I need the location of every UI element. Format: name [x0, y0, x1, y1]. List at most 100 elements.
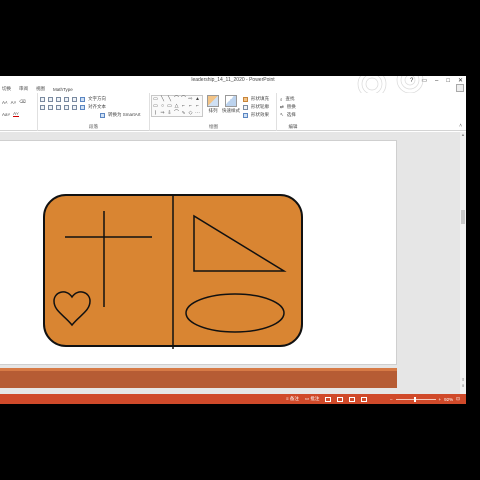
align-center-icon[interactable]: [48, 104, 53, 110]
fit-slide-icon[interactable]: ⊡: [456, 396, 460, 402]
gallery-shape-18[interactable]: ∿: [180, 110, 187, 117]
arrange-icon: [207, 95, 219, 107]
gallery-shape-12[interactable]: ⌐: [187, 103, 194, 110]
font-group: A˄ A˅ ⌫ Aa˅ A˅: [0, 93, 38, 131]
font-color-icon[interactable]: A˅: [13, 111, 19, 117]
slide-drawing: [43, 194, 303, 349]
gallery-shape-19[interactable]: ◇: [187, 110, 194, 117]
align-text-icon[interactable]: [80, 104, 85, 110]
select-button[interactable]: 选择: [287, 112, 296, 118]
reading-view-icon[interactable]: [349, 396, 356, 402]
shape-effects-button[interactable]: 形状效果: [251, 112, 269, 118]
zoom-slider[interactable]: [395, 396, 436, 402]
gallery-shape-3[interactable]: ⌒: [173, 96, 180, 103]
bullets-icon[interactable]: [40, 96, 45, 102]
text-direction-icon[interactable]: [80, 96, 85, 102]
slide-canvas[interactable]: [0, 140, 397, 365]
thumbnail-strip: [0, 368, 397, 388]
case-icon[interactable]: Aa˅: [2, 112, 10, 117]
smartart-icon[interactable]: [100, 112, 105, 118]
gallery-shape-16[interactable]: ⇩: [166, 110, 173, 117]
collapse-ribbon-icon[interactable]: ˄: [459, 123, 462, 129]
gallery-shape-8[interactable]: ○: [159, 103, 166, 110]
zoom-in-icon[interactable]: +: [439, 397, 442, 402]
replace-row: ⇄ 替换: [280, 104, 296, 110]
comments-label: 批注: [310, 396, 320, 401]
avatar[interactable]: [456, 84, 464, 92]
shape-outline-icon[interactable]: [243, 104, 248, 110]
align-left-icon[interactable]: [40, 104, 45, 110]
align-text-button[interactable]: 对齐文本: [88, 104, 106, 110]
slide-work-area: ▲ ⇞ ⇟: [0, 132, 466, 394]
tab-view[interactable]: 视图: [34, 86, 51, 92]
numbering-icon[interactable]: [48, 96, 53, 102]
replace-button[interactable]: 替换: [287, 104, 296, 110]
select-icon[interactable]: ↖: [280, 112, 284, 118]
gallery-shape-7[interactable]: ▭: [152, 103, 159, 110]
zoom-out-icon[interactable]: –: [390, 397, 393, 402]
notes-button[interactable]: ≡ 备注: [286, 396, 299, 402]
gallery-shape-9[interactable]: ▭: [166, 103, 173, 110]
drawing-group-label: 绘图: [209, 124, 218, 129]
vertical-scrollbar[interactable]: ▲ ⇞ ⇟: [460, 132, 466, 394]
gallery-shape-17[interactable]: ⌒: [173, 110, 180, 117]
editing-group: ⌕ 查找 ⇄ 替换 ↖ 选择 编辑: [278, 93, 308, 131]
gallery-shape-15[interactable]: ⇒: [159, 110, 166, 117]
gallery-shape-13[interactable]: ⌐: [194, 103, 201, 110]
gallery-shape-2[interactable]: ╲: [166, 96, 173, 103]
gallery-shape-20[interactable]: ⋯: [194, 110, 201, 117]
columns-icon[interactable]: [72, 104, 77, 110]
next-slide-icon[interactable]: ⇟: [460, 383, 466, 388]
quick-styles-button[interactable]: 快速样式: [221, 95, 241, 114]
account-area: [456, 84, 464, 92]
prev-slide-icon[interactable]: ⇞: [460, 377, 466, 382]
shape-effects-icon[interactable]: [243, 112, 248, 118]
find-icon[interactable]: ⌕: [280, 97, 283, 102]
minimize-button[interactable]: –: [435, 78, 438, 84]
gallery-shape-4[interactable]: ⌒: [180, 96, 187, 103]
maximize-button[interactable]: □: [446, 78, 450, 84]
gallery-shape-5[interactable]: ⇨: [187, 96, 194, 103]
tab-transitions[interactable]: 切换: [0, 86, 17, 92]
shape-fill-button[interactable]: 形状填充: [251, 96, 269, 102]
shrink-font-icon[interactable]: A˅: [11, 100, 17, 105]
gallery-shape-6[interactable]: ▲: [194, 96, 201, 103]
arrange-button[interactable]: 排列: [206, 95, 220, 114]
clear-format-icon[interactable]: ⌫: [19, 99, 25, 105]
align-right-icon[interactable]: [56, 104, 61, 110]
normal-view-icon[interactable]: [325, 396, 332, 402]
grow-font-icon[interactable]: A˄: [2, 100, 8, 105]
gallery-shape-1[interactable]: ╲: [159, 96, 166, 103]
paragraph-group: 文字方向 对齐文本 转换为 SmartArt 段落: [38, 93, 150, 131]
tab-review[interactable]: 审阅: [17, 86, 34, 92]
gallery-shape-11[interactable]: ⌐: [180, 103, 187, 110]
zoom-level[interactable]: 92%: [444, 397, 453, 402]
slide-sorter-icon[interactable]: [337, 396, 344, 402]
comments-button[interactable]: ▭ 批注: [305, 396, 320, 402]
text-direction-button[interactable]: 文字方向: [88, 96, 106, 102]
shape-outline-button[interactable]: 形状轮廓: [251, 104, 269, 110]
shape-fill-icon[interactable]: [243, 96, 248, 102]
scroll-up-icon[interactable]: ▲: [460, 132, 466, 137]
gallery-shape-10[interactable]: △: [173, 103, 180, 110]
line-spacing-icon[interactable]: [72, 96, 77, 102]
gallery-shape-14[interactable]: ⟩: [152, 110, 159, 117]
slideshow-icon[interactable]: [361, 396, 368, 402]
zoom-slider-knob[interactable]: [413, 396, 416, 402]
shape-gallery[interactable]: ▭ ╲ ╲ ⌒ ⌒ ⇨ ▲ ▭ ○ ▭ △ ⌐ ⌐ ⌐ ⟩ ⇒ ⇩ ⌒ ∿ ◇ ⋯: [151, 95, 203, 117]
powerpoint-window: leadership_14_11_2020 - PowerPoint ? ▭ –…: [0, 76, 466, 404]
justify-icon[interactable]: [64, 104, 69, 110]
shape-effects-row: 形状效果: [243, 112, 269, 118]
smartart-button[interactable]: 转换为 SmartArt: [108, 112, 141, 118]
paragraph-group-label: 段落: [89, 124, 98, 129]
find-row: ⌕ 查找: [280, 96, 295, 102]
find-button[interactable]: 查找: [286, 96, 295, 102]
gallery-shape-0[interactable]: ▭: [152, 96, 159, 103]
paragraph-row-1: 文字方向: [40, 96, 106, 102]
increase-indent-icon[interactable]: [64, 96, 69, 102]
decrease-indent-icon[interactable]: [56, 96, 61, 102]
scrollbar-thumb[interactable]: [461, 210, 465, 224]
replace-icon[interactable]: ⇄: [280, 104, 284, 110]
close-button[interactable]: ✕: [458, 77, 463, 84]
tab-mathtype[interactable]: MathType: [51, 87, 79, 92]
